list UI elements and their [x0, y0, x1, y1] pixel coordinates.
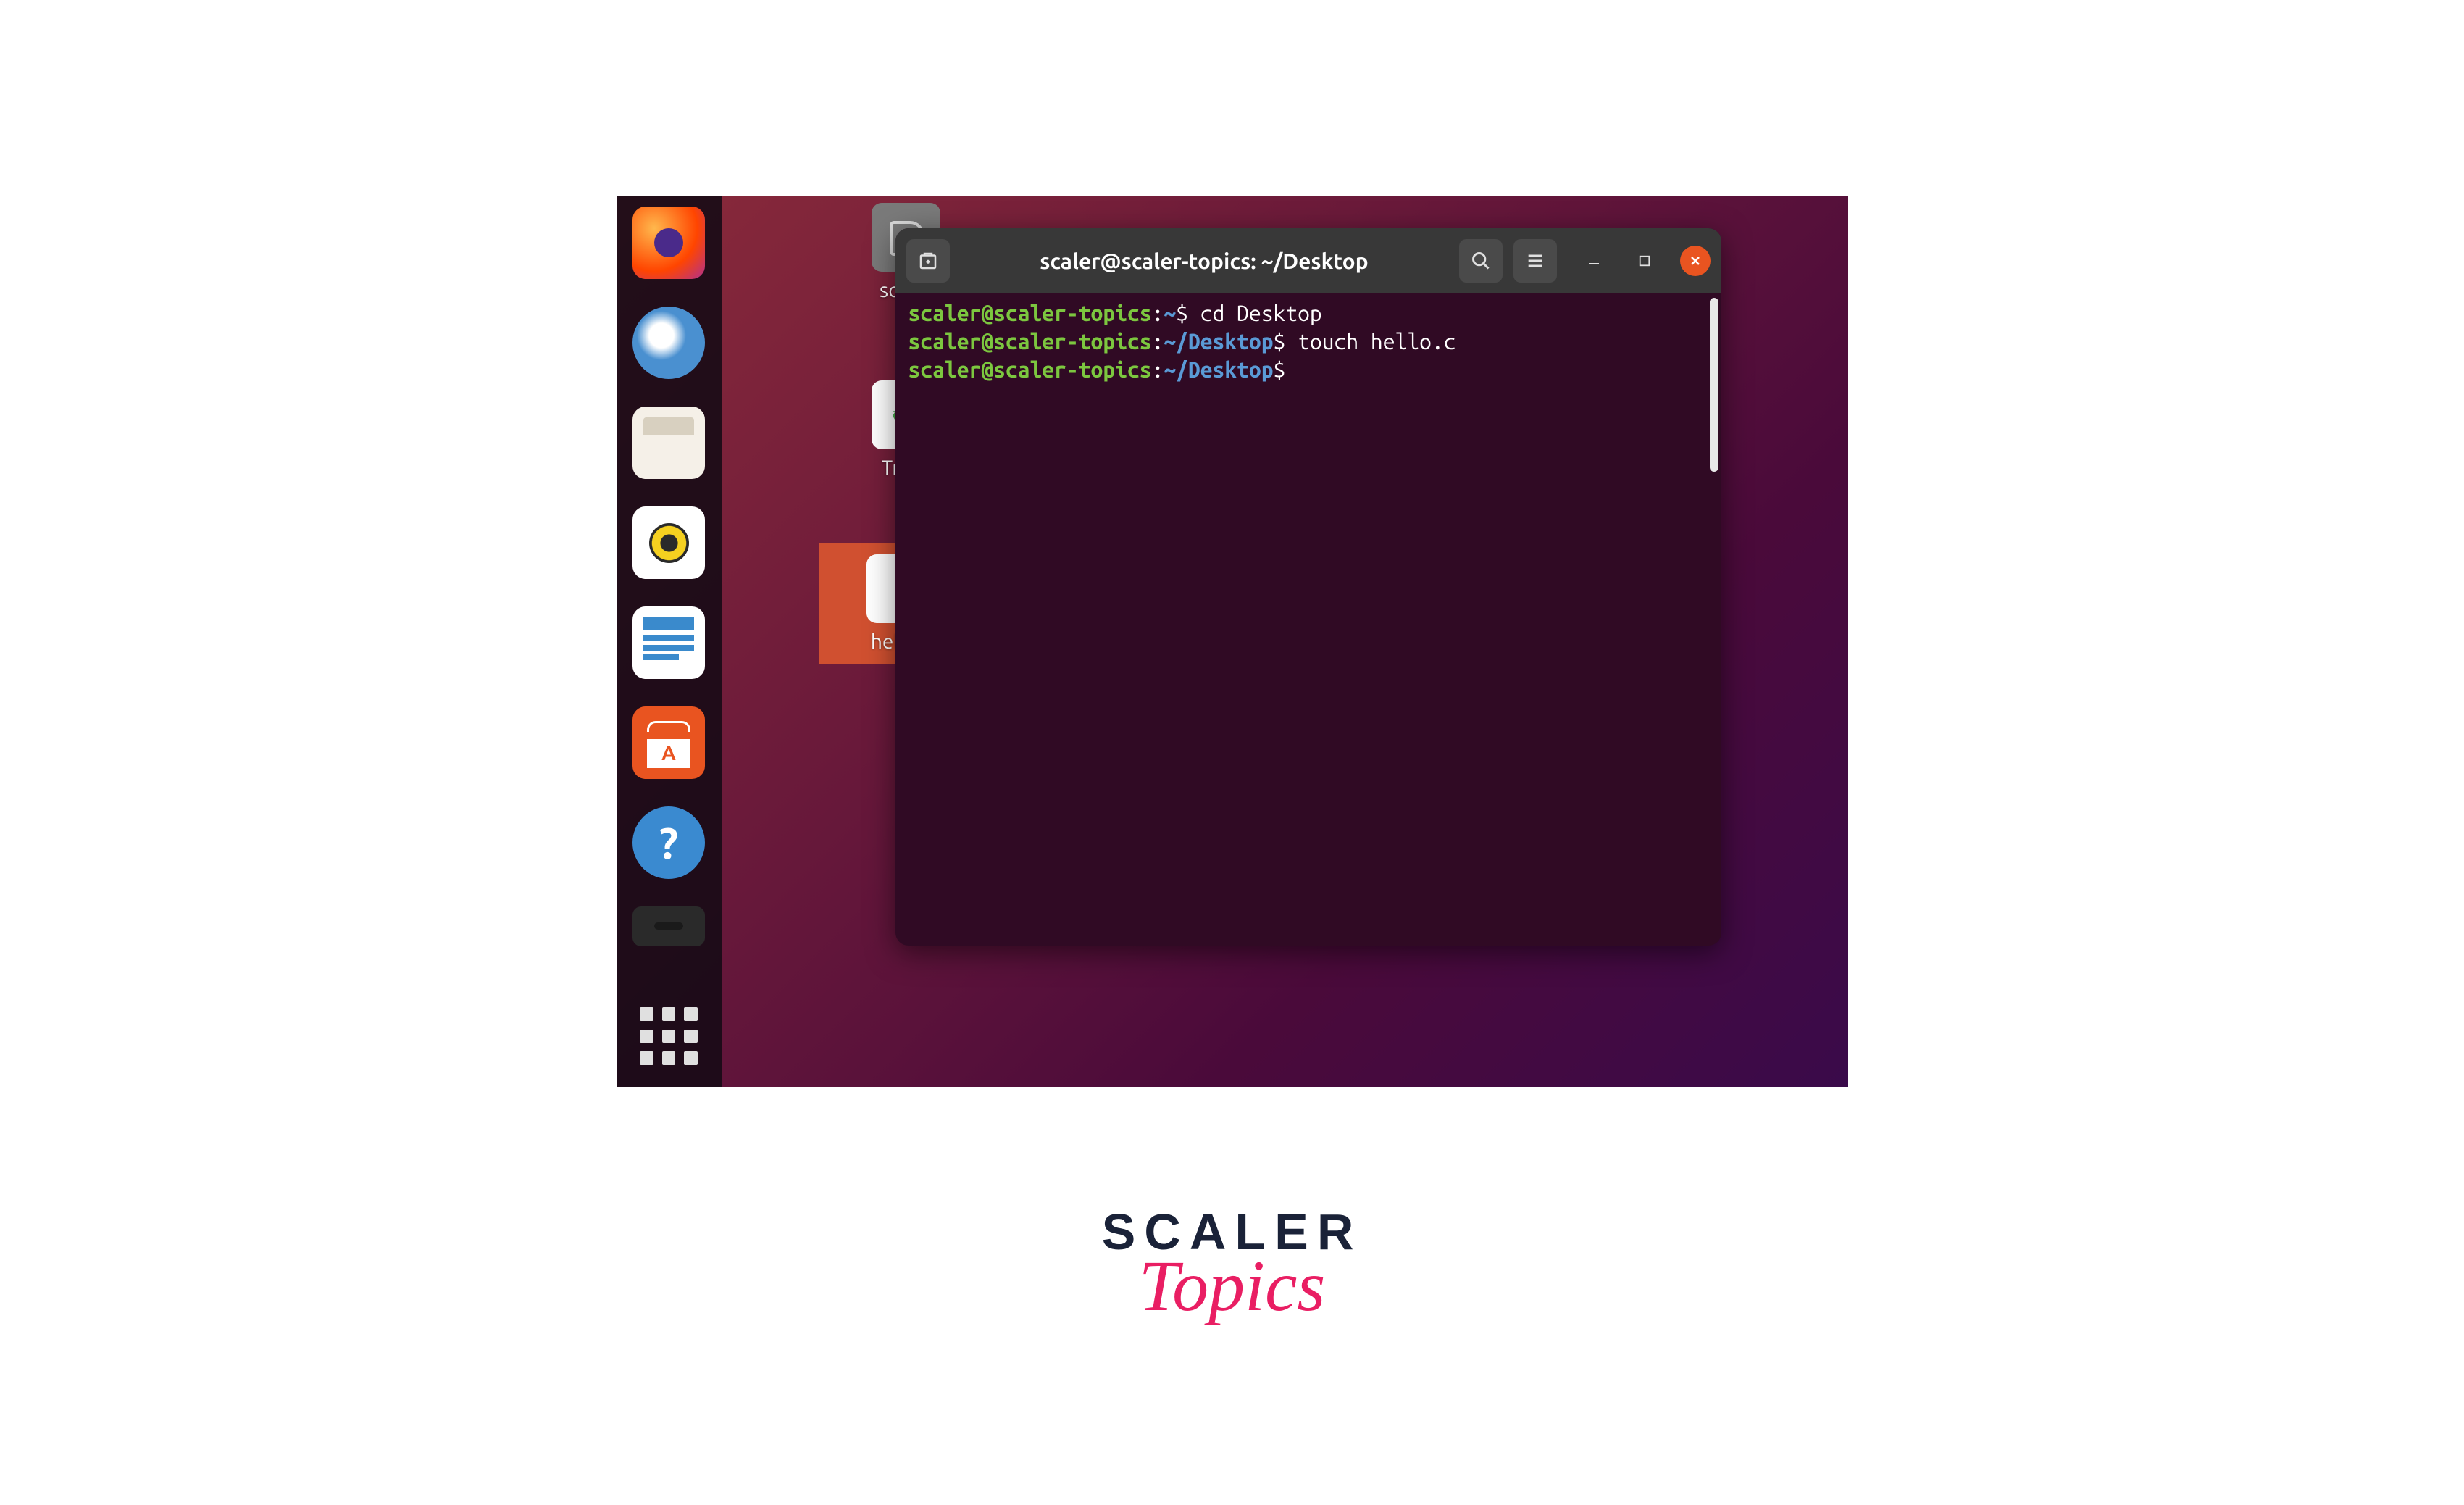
logo-line-2: Topics: [1139, 1254, 1326, 1319]
close-icon: [1688, 254, 1703, 268]
dock-item-libreoffice-writer[interactable]: [632, 606, 705, 679]
search-button[interactable]: [1459, 239, 1503, 283]
dock-item-rhythmbox[interactable]: [632, 506, 705, 579]
window-controls: [1579, 246, 1711, 276]
terminal-window: scaler@scaler-topics: ~/Desktop: [895, 228, 1721, 946]
minimize-button[interactable]: [1579, 246, 1609, 276]
terminal-titlebar[interactable]: scaler@scaler-topics: ~/Desktop: [895, 228, 1721, 293]
terminal-title: scaler@scaler-topics: ~/Desktop: [961, 249, 1448, 273]
menu-button[interactable]: [1513, 239, 1557, 283]
terminal-line: scaler@scaler-topics:~/Desktop$ touch he…: [909, 328, 1708, 356]
maximize-button[interactable]: [1629, 246, 1660, 276]
dock-show-applications[interactable]: [640, 1007, 698, 1065]
search-icon: [1471, 251, 1491, 271]
ubuntu-desktop-screenshot: ? scaler Trash hello.c: [617, 196, 1848, 1087]
dock-item-thunderbird[interactable]: [632, 307, 705, 379]
dock-item-firefox[interactable]: [632, 207, 705, 279]
terminal-line: scaler@scaler-topics:~$ cd Desktop: [909, 299, 1708, 328]
terminal-scrollbar[interactable]: [1710, 298, 1718, 472]
new-tab-button[interactable]: [906, 239, 950, 283]
dock: ?: [617, 196, 722, 1087]
terminal-line: scaler@scaler-topics:~/Desktop$: [909, 356, 1708, 384]
maximize-icon: [1638, 254, 1651, 267]
dock-item-help[interactable]: ?: [632, 806, 705, 879]
dock-item-files[interactable]: [632, 407, 705, 479]
terminal-body[interactable]: scaler@scaler-topics:~$ cd Desktop scale…: [895, 293, 1721, 946]
close-button[interactable]: [1680, 246, 1711, 276]
dock-item-ubuntu-software[interactable]: [632, 706, 705, 779]
minimize-icon: [1587, 254, 1601, 268]
dock-item-running-indicator[interactable]: [632, 906, 705, 946]
scaler-topics-logo: SCALER Topics: [1102, 1203, 1363, 1319]
hamburger-icon: [1525, 251, 1545, 271]
